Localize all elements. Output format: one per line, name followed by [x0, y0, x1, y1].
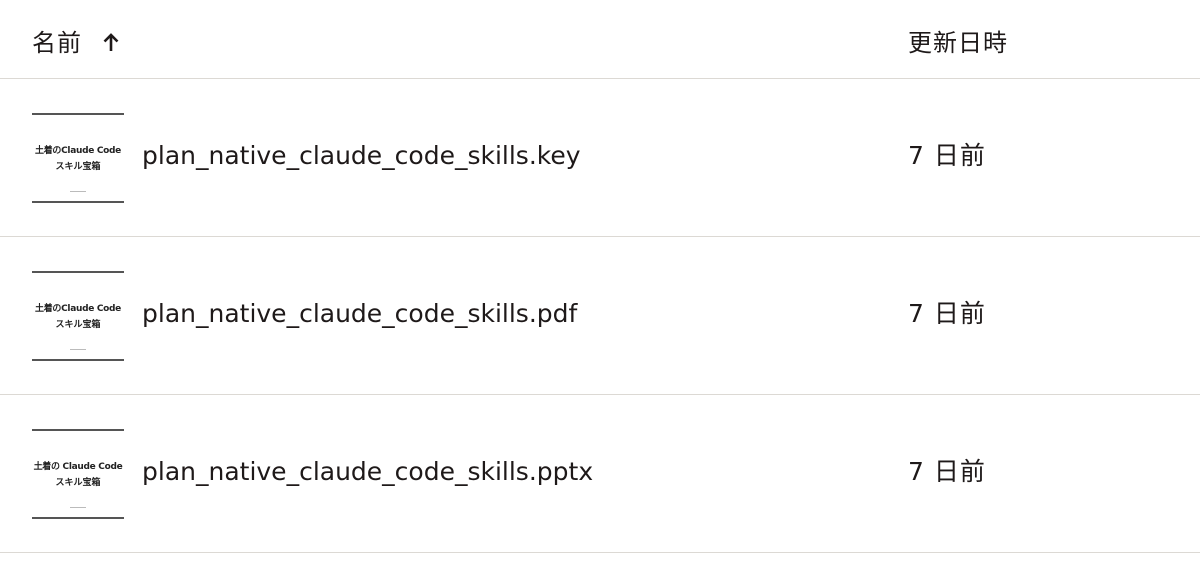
name-column-label: 名前	[32, 29, 82, 57]
file-thumbnail: 土着のClaude Code スキル宝箱	[32, 271, 124, 361]
file-thumbnail: 土着の Claude Code スキル宝箱	[32, 429, 124, 519]
file-row[interactable]: 土着の Claude Code スキル宝箱 plan_native_claude…	[0, 395, 1200, 553]
file-modified: 7 日前	[908, 141, 986, 170]
modified-column-header[interactable]: 更新日時	[908, 26, 1008, 60]
thumbnail-title: 土着のClaude Code	[35, 304, 121, 314]
file-modified: 7 日前	[908, 299, 986, 328]
file-name[interactable]: plan_native_claude_code_skills.pptx	[142, 455, 593, 489]
file-list-header: 名前 更新日時	[0, 0, 1200, 79]
thumbnail-subtitle: スキル宝箱	[55, 478, 101, 488]
file-row[interactable]: 土着のClaude Code スキル宝箱 plan_native_claude_…	[0, 79, 1200, 237]
file-name[interactable]: plan_native_claude_code_skills.key	[142, 139, 581, 173]
thumbnail-divider	[70, 349, 86, 350]
thumbnail-title: 土着の Claude Code	[33, 462, 123, 472]
thumbnail-title: 土着のClaude Code	[35, 146, 121, 156]
name-column-header[interactable]: 名前	[32, 26, 120, 60]
file-name[interactable]: plan_native_claude_code_skills.pdf	[142, 297, 577, 331]
file-list: 名前 更新日時 土着のClaude Code スキル宝箱 plan_native…	[0, 0, 1200, 566]
thumbnail-subtitle: スキル宝箱	[55, 162, 101, 172]
thumbnail-subtitle: スキル宝箱	[55, 320, 101, 330]
thumbnail-divider	[70, 191, 86, 192]
file-thumbnail: 土着のClaude Code スキル宝箱	[32, 113, 124, 203]
file-row[interactable]: 土着のClaude Code スキル宝箱 plan_native_claude_…	[0, 237, 1200, 395]
arrow-up-icon[interactable]	[102, 32, 120, 54]
file-modified: 7 日前	[908, 457, 986, 486]
thumbnail-divider	[70, 507, 86, 508]
